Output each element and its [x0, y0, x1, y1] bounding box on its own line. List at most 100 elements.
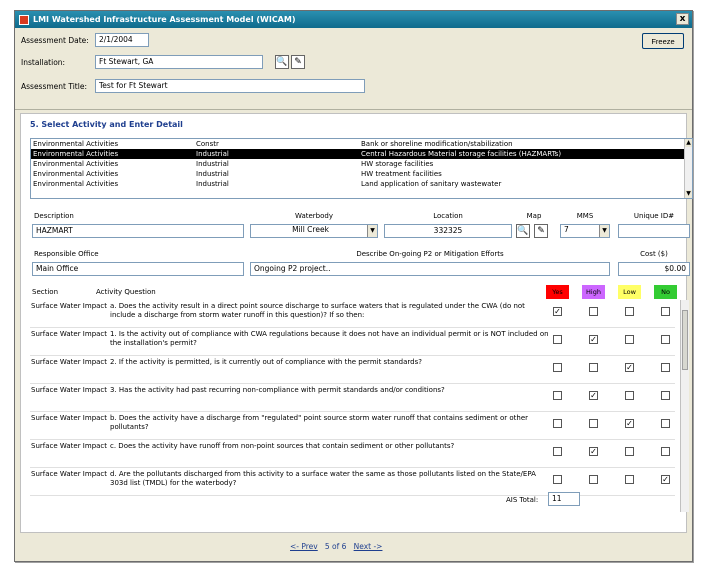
row-question: a. Does the activity result in a direct … — [110, 302, 525, 319]
search-icon[interactable]: 🔍 — [275, 55, 289, 69]
pager: <- Prev 5 of 6 Next -> — [290, 542, 382, 551]
location-field[interactable]: 332325 — [384, 224, 512, 238]
ais-total-field: 11 — [548, 492, 580, 506]
location-label: Location — [433, 212, 463, 220]
checkbox-no[interactable] — [661, 335, 670, 344]
checkbox-high[interactable] — [589, 419, 598, 428]
checkbox-no[interactable] — [661, 363, 670, 372]
ais-total-label: AIS Total: — [506, 496, 539, 504]
activity-list[interactable]: Environmental Activities Constr Bank or … — [30, 138, 693, 199]
section-title: 5. Select Activity and Enter Detail — [30, 120, 183, 129]
checkbox-yes[interactable] — [553, 335, 562, 344]
list-item[interactable]: Environmental Activities Industrial HW s… — [31, 159, 692, 169]
checkbox-yes[interactable] — [553, 419, 562, 428]
checkbox-no[interactable] — [661, 419, 670, 428]
mitigation-efforts-field[interactable]: Ongoing P2 project.. — [250, 262, 610, 276]
prev-link[interactable]: <- Prev — [290, 542, 318, 551]
installation-label: Installation: — [21, 57, 66, 67]
checkbox-low[interactable] — [625, 391, 634, 400]
row-section: Surface Water Impact — [31, 386, 108, 394]
cost-label: Cost ($) — [640, 250, 668, 258]
unique-id-field[interactable] — [618, 224, 690, 238]
close-button[interactable]: x — [676, 13, 689, 25]
col-low-header: Low — [618, 285, 641, 299]
table-row: Surface Water Impact 2. If the activity i… — [30, 356, 675, 384]
checkbox-high[interactable] — [589, 475, 598, 484]
checkbox-high[interactable] — [589, 363, 598, 372]
map-label: Map — [526, 212, 542, 220]
checkbox-no[interactable] — [661, 307, 670, 316]
assessment-title-field[interactable]: Test for Ft Stewart — [95, 79, 365, 93]
dropdown-arrow-icon[interactable]: ▼ — [599, 225, 609, 237]
checkbox-low[interactable] — [625, 475, 634, 484]
checkbox-yes[interactable] — [553, 447, 562, 456]
row-question: b. Does the activity have a discharge fr… — [110, 414, 529, 431]
checkbox-yes[interactable] — [553, 363, 562, 372]
table-row: Surface Water Impact 1. Is the activity o… — [30, 328, 675, 356]
scroll-up-icon[interactable]: ▲ — [685, 139, 692, 147]
col-question-header: Activity Question — [96, 288, 156, 296]
list-item[interactable]: Environmental Activities Constr Bank or … — [31, 139, 692, 149]
list-item-selected[interactable]: Environmental Activities Industrial Cent… — [31, 149, 692, 159]
map-search-icon[interactable]: 🔍 — [516, 224, 530, 238]
checkbox-high[interactable] — [589, 307, 598, 316]
row-section: Surface Water Impact — [31, 302, 108, 310]
checkbox-no[interactable] — [661, 447, 670, 456]
app-icon — [19, 14, 29, 25]
checkbox-low[interactable] — [625, 335, 634, 344]
title-bar: LMI Watershed Infrastructure Assessment … — [15, 11, 692, 28]
row-section: Surface Water Impact — [31, 470, 108, 478]
checkbox-no[interactable] — [661, 391, 670, 400]
list-item[interactable]: Environmental Activities Industrial HW t… — [31, 169, 692, 179]
page-indicator: 5 of 6 — [324, 542, 347, 551]
activity-list-scrollbar[interactable]: ▲ ▼ — [684, 139, 692, 198]
checkbox-high[interactable]: ✓ — [589, 391, 598, 400]
col-high-header: High — [582, 285, 605, 299]
assessment-date-field[interactable]: 2/1/2004 — [95, 33, 149, 47]
mms-label: MMS — [576, 212, 594, 220]
dropdown-arrow-icon[interactable]: ▼ — [367, 225, 377, 237]
scroll-down-icon[interactable]: ▼ — [685, 190, 692, 198]
map-edit-icon[interactable]: ✎ — [534, 224, 548, 238]
description-field[interactable]: HAZMART — [32, 224, 244, 238]
waterbody-select[interactable]: ▼ Mill Creek — [250, 224, 378, 238]
checkbox-no[interactable]: ✓ — [661, 475, 670, 484]
scrollbar-thumb[interactable] — [682, 310, 688, 370]
col-no-header: No — [654, 285, 677, 299]
checkbox-low[interactable]: ✓ — [625, 363, 634, 372]
waterbody-label: Waterbody — [294, 212, 333, 220]
table-row: Surface Water Impact 3. Has the activity … — [30, 384, 675, 412]
row-section: Surface Water Impact — [31, 414, 108, 422]
checkbox-yes[interactable] — [553, 391, 562, 400]
responsible-office-field[interactable]: Main Office — [32, 262, 244, 276]
checkbox-yes[interactable] — [553, 475, 562, 484]
col-yes-header: Yes — [546, 285, 569, 299]
mms-select[interactable]: ▼ 7 — [560, 224, 610, 238]
window-title: LMI Watershed Infrastructure Assessment … — [33, 15, 296, 24]
checkbox-yes[interactable]: ✓ — [553, 307, 562, 316]
row-question: 2. If the activity is permitted, is it c… — [110, 358, 422, 366]
assessment-title-label: Assessment Title: — [21, 81, 87, 91]
description-label: Description — [34, 212, 74, 220]
row-question: d. Are the pollutants discharged from th… — [110, 470, 536, 487]
cost-field[interactable]: $0.00 — [618, 262, 690, 276]
responsible-office-label: Responsible Office — [34, 250, 99, 258]
row-question: c. Does the activity have runoff from no… — [110, 442, 455, 450]
row-section: Surface Water Impact — [31, 442, 108, 450]
checkbox-high[interactable]: ✓ — [589, 447, 598, 456]
installation-field[interactable]: Ft Stewart, GA — [95, 55, 263, 69]
table-row: Surface Water Impact a. Does the activity… — [30, 300, 675, 328]
question-grid-scrollbar[interactable] — [680, 300, 689, 512]
row-question: 3. Has the activity had past recurring n… — [110, 386, 445, 394]
table-row: Surface Water Impact b. Does the activity… — [30, 412, 675, 440]
checkbox-low[interactable]: ✓ — [625, 419, 634, 428]
edit-icon[interactable]: ✎ — [291, 55, 305, 69]
checkbox-low[interactable] — [625, 307, 634, 316]
next-link[interactable]: Next -> — [354, 542, 383, 551]
checkbox-high[interactable]: ✓ — [589, 335, 598, 344]
freeze-button[interactable]: Freeze — [642, 33, 684, 49]
assessment-date-label: Assessment Date: — [21, 35, 89, 45]
unique-id-label: Unique ID# — [633, 212, 675, 220]
checkbox-low[interactable] — [625, 447, 634, 456]
list-item[interactable]: Environmental Activities Industrial Land… — [31, 179, 692, 189]
